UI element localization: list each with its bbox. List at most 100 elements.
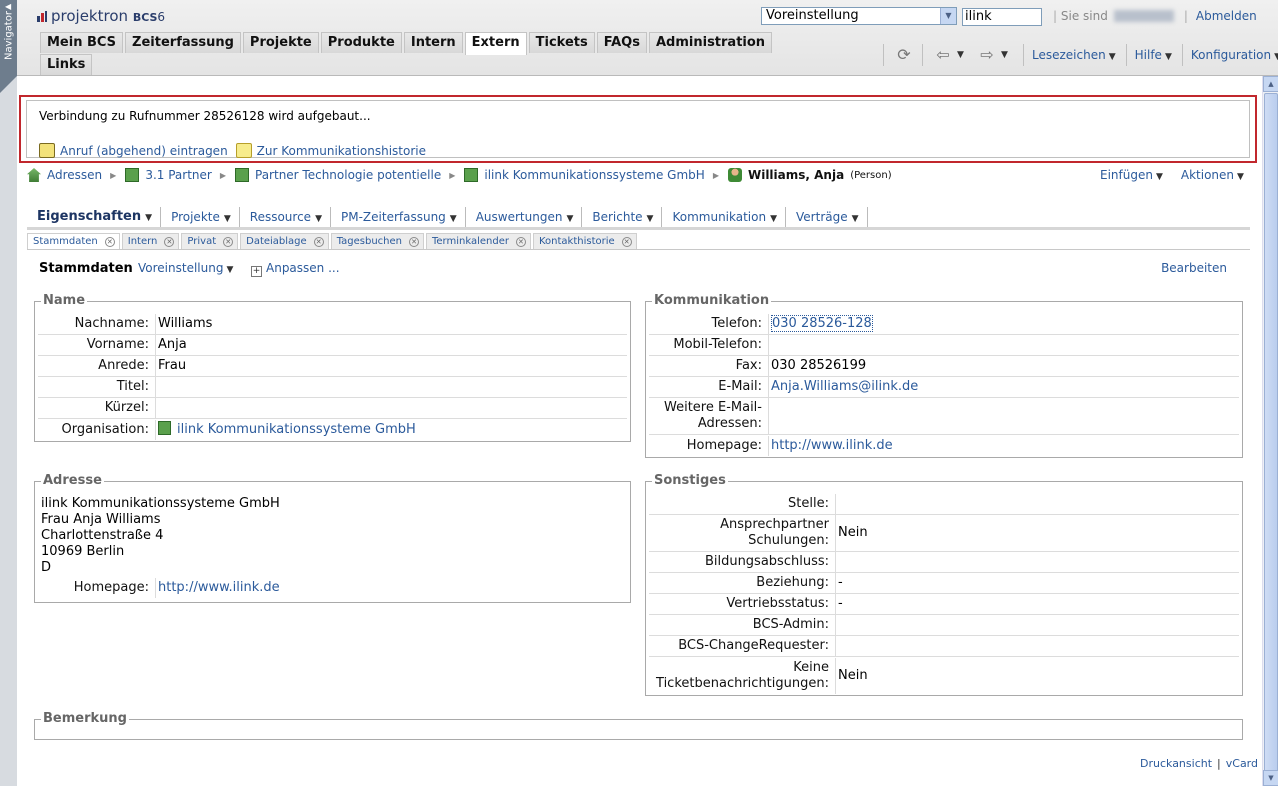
address-homepage-link[interactable]: http://www.ilink.de — [155, 577, 627, 598]
adjust-view-button[interactable]: + Anpassen ... — [251, 261, 340, 277]
breadcrumb-item[interactable]: ilink Kommunikationssysteme GmbH — [484, 168, 704, 182]
field-value — [835, 615, 1239, 635]
help-menu[interactable]: Hilfe ▼ — [1135, 48, 1172, 62]
field-row: Stelle: — [649, 494, 1239, 515]
misc-rows: Stelle: Ansprechpartner Schulungen: Nein Bi… — [649, 494, 1239, 694]
main-tab-extern[interactable]: Extern — [464, 32, 527, 55]
config-menu[interactable]: Konfiguration ▼ — [1191, 48, 1278, 62]
forward-history-chevron-icon[interactable]: ▼ — [1001, 50, 1013, 60]
view-preset-menu[interactable]: Voreinstellung ▼ — [138, 261, 233, 275]
main-tab-intern[interactable]: Intern — [403, 32, 463, 53]
chevron-down-icon: ▼ — [449, 213, 457, 224]
field-value: Anja — [155, 335, 627, 355]
object-tab-label: Ressource — [249, 209, 312, 224]
value-text: 030 28526199 — [771, 358, 867, 373]
navigator-fold — [0, 76, 17, 93]
object-tab-auswertungen[interactable]: Auswertungen ▼ — [466, 206, 583, 227]
chevron-down-icon: ▼ — [226, 265, 234, 275]
config-label: Konfiguration — [1190, 48, 1272, 62]
close-icon[interactable]: ✕ — [164, 236, 175, 247]
log-call-link[interactable]: Anruf (abgehend) eintragen — [39, 143, 228, 158]
vertical-scrollbar[interactable]: ▲ ▼ — [1262, 76, 1278, 786]
sub-tabs: Stammdaten ✕ Intern ✕ Privat ✕ Dateiablage ✕ Tag… — [27, 233, 1250, 250]
close-icon[interactable]: ✕ — [313, 236, 324, 247]
navigator-toggle[interactable]: ◀ Navigator — [0, 0, 17, 76]
edit-button[interactable]: Bearbeiten — [1161, 261, 1227, 275]
object-tab-kommunikation[interactable]: Kommunikation ▼ — [662, 206, 787, 227]
chevron-down-icon: ▼ — [851, 213, 859, 224]
vcard-link[interactable]: vCard — [1226, 757, 1258, 770]
field-row: Fax: 030 28526199 — [649, 356, 1239, 377]
sub-tab-intern[interactable]: Intern ✕ — [121, 233, 180, 249]
back-history-chevron-icon[interactable]: ▼ — [957, 50, 969, 60]
main-tab-projekte[interactable]: Projekte — [242, 32, 319, 53]
bookmarks-menu[interactable]: Lesezeichen ▼ — [1032, 48, 1116, 62]
breadcrumb-item[interactable]: 3.1 Partner — [145, 168, 212, 182]
main-tab-administration[interactable]: Administration — [648, 32, 773, 53]
sub-tab-tagesbuchen[interactable]: Tagesbuchen ✕ — [330, 233, 424, 249]
value-text: Williams — [158, 316, 213, 331]
scroll-up-icon[interactable]: ▲ — [1263, 76, 1278, 92]
field-label: Mobil-Telefon: — [673, 337, 762, 352]
scroll-thumb[interactable] — [1264, 93, 1278, 783]
sub-tab-label: Kontakthistorie — [538, 235, 615, 247]
object-tab-projekte[interactable]: Projekte ▼ — [161, 206, 240, 227]
breadcrumb-item[interactable]: Adressen — [47, 168, 102, 182]
object-tab-berichte[interactable]: Berichte ▼ — [582, 206, 663, 227]
field-value-link[interactable]: http://www.ilink.de — [768, 435, 1239, 456]
logout-link[interactable]: Abmelden — [1196, 9, 1257, 23]
chevron-down-icon: ▼ — [770, 213, 778, 224]
field-row: Keine Ticketbenachrichtigungen: Nein — [649, 657, 1239, 694]
organisation-link[interactable]: ilink Kommunikationssysteme GmbH — [177, 422, 416, 437]
forward-icon[interactable]: ⇨ — [975, 43, 999, 67]
main-tab-mein-bcs[interactable]: Mein BCS — [40, 32, 124, 53]
field-label: E-Mail: — [718, 379, 762, 394]
close-icon[interactable]: ✕ — [223, 236, 234, 247]
refresh-icon[interactable]: ⟳ — [892, 43, 916, 67]
history-link[interactable]: Zur Kommunikationshistorie — [235, 143, 426, 158]
main-tab-links[interactable]: Links — [40, 54, 93, 75]
field-row: Vertriebsstatus: - — [649, 594, 1239, 615]
search-input[interactable]: ilink — [962, 8, 1042, 26]
back-icon[interactable]: ⇦ — [931, 43, 955, 67]
insert-menu[interactable]: Einfügen ▼ — [1100, 168, 1163, 182]
close-icon[interactable]: ✕ — [621, 236, 632, 247]
sub-tab-label: Privat — [187, 235, 217, 247]
sub-tab-terminkalender[interactable]: Terminkalender ✕ — [426, 233, 531, 249]
person-icon — [727, 168, 742, 182]
close-icon[interactable]: ✕ — [409, 236, 419, 247]
sub-tab-stammdaten[interactable]: Stammdaten ✕ — [27, 233, 120, 249]
sub-tab-privat[interactable]: Privat ✕ — [181, 233, 239, 249]
object-tab-ressource[interactable]: Ressource ▼ — [240, 206, 331, 227]
field-value-link[interactable]: 030 28526-128 — [768, 314, 1239, 334]
main-tab-tickets[interactable]: Tickets — [528, 32, 595, 53]
close-icon[interactable]: ✕ — [104, 236, 115, 247]
actions-menu[interactable]: Aktionen ▼ — [1181, 168, 1244, 182]
preset-select[interactable]: Voreinstellung ▼ — [761, 7, 957, 25]
main-tab-produkte[interactable]: Produkte — [320, 32, 402, 53]
field-row: Beziehung: - — [649, 573, 1239, 594]
sub-tab-label: Stammdaten — [33, 235, 98, 247]
main-tab-zeiterfassung[interactable]: Zeiterfassung — [125, 32, 241, 53]
field-label: Stelle: — [788, 496, 829, 511]
field-value-link[interactable]: Anja.Williams@ilink.de — [768, 377, 1239, 397]
address-section-legend: Adresse — [41, 473, 104, 488]
sub-tab-dateiablage[interactable]: Dateiablage ✕ — [240, 233, 329, 249]
chevron-down-icon[interactable]: ▼ — [940, 8, 956, 24]
object-tab-verträge[interactable]: Verträge ▼ — [786, 206, 868, 227]
main-tab-faqs[interactable]: FAQs — [596, 32, 647, 53]
logo: projektron BCS6 — [37, 7, 165, 25]
logo-text: projektron — [51, 7, 129, 25]
call-status-message: Verbindung zu Rufnummer 28526128 wird au… — [39, 109, 371, 123]
scroll-down-icon[interactable]: ▼ — [1263, 770, 1278, 786]
object-tab-label: Projekte — [171, 209, 220, 224]
chevron-down-icon: ▼ — [1274, 52, 1278, 62]
object-tab-eigenschaften[interactable]: Eigenschaften ▼ — [27, 206, 162, 227]
print-view-link[interactable]: Druckansicht — [1140, 757, 1212, 770]
sub-tab-kontakthistorie[interactable]: Kontakthistorie ✕ — [532, 233, 637, 249]
close-icon[interactable]: ✕ — [515, 236, 526, 247]
toolbar: ⟳ ⇦ ▼ ⇨ ▼ Lesezeichen ▼ Hilfe ▼ Konfigurat… — [879, 42, 1278, 68]
object-tab-pm-zeiterfassung[interactable]: PM-Zeiterfassung ▼ — [331, 206, 466, 227]
breadcrumb-item[interactable]: Partner Technologie potentielle — [255, 168, 441, 182]
building-icon — [125, 168, 140, 182]
